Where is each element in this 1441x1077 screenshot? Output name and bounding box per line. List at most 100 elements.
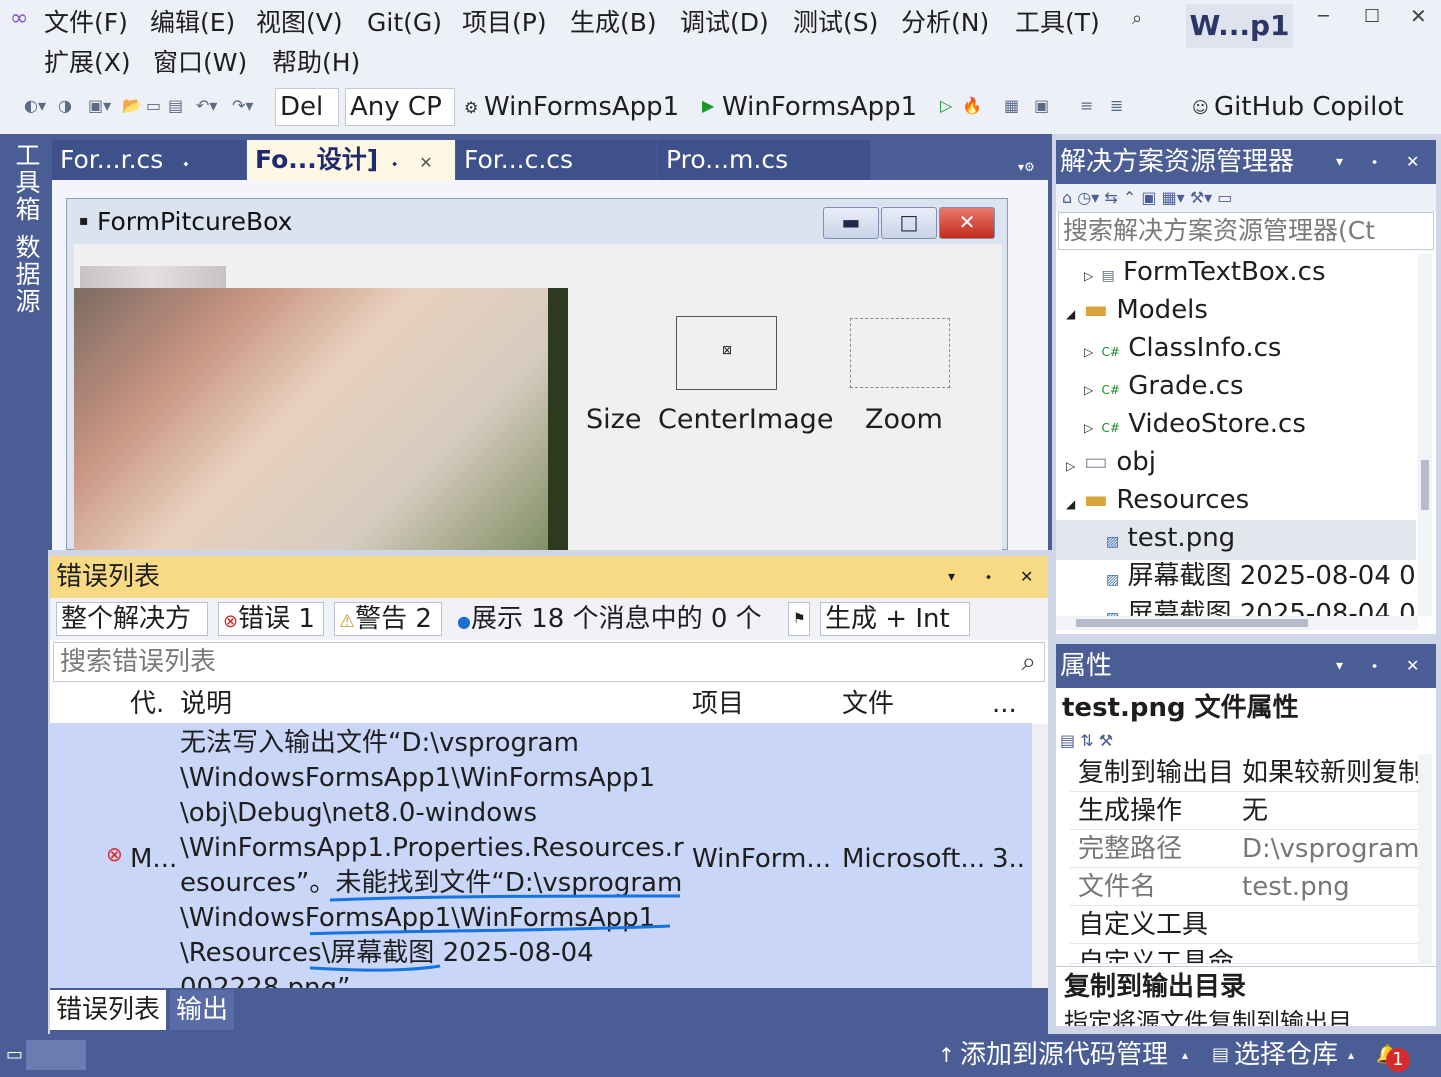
notification-badge[interactable]: 1 [1386,1048,1410,1072]
solution-search-input[interactable]: 搜索解决方案资源管理器(Ct [1058,212,1434,250]
expand-icon[interactable]: ▷ [1084,383,1093,397]
select-repository-button[interactable]: 选择仓库 [1234,1038,1338,1072]
scope-combo[interactable]: 整个解决方 [56,602,208,636]
tree-item-formtextbox[interactable]: ▷ ▤ FormTextBox.cs [1084,254,1326,294]
close-tab-icon[interactable]: ✕ [419,153,432,172]
dropdown-icon[interactable]: ▾ [1336,140,1343,184]
tab-error-list[interactable]: 错误列表 [50,990,167,1030]
property-value[interactable]: 无 [1242,792,1268,829]
expand-icon[interactable]: ▷ [1084,269,1093,283]
close-icon[interactable]: ✕ [1020,556,1033,598]
form-maximize-button[interactable]: □ [881,207,937,239]
error-search-input[interactable]: 搜索错误列表 ⌕ [53,642,1045,682]
tree-item-obj[interactable]: ▷ ▭ obj [1066,444,1156,484]
redo-icon[interactable]: ↷▾ [232,96,253,115]
property-row[interactable]: 生成操作 无 [1070,792,1418,830]
dropdown-icon[interactable]: ▾ [1336,644,1343,688]
picturebox-centerimage[interactable]: ⊠ [676,316,777,390]
pin-icon[interactable]: ⬩ [1372,140,1377,184]
datasource-tab[interactable]: 数据源 [8,234,44,315]
home-icon[interactable]: ⌂ [1062,188,1072,207]
menu-test[interactable]: 测试(S) [793,8,878,38]
categorized-icon[interactable]: ▤ [1060,731,1075,750]
menu-git[interactable]: Git(G) [367,8,442,38]
tab-form-c-cs[interactable]: For...c.cs [456,140,657,180]
scroll-thumb[interactable] [1421,460,1429,510]
tree-item-grade[interactable]: ▷ C# Grade.cs [1084,368,1244,408]
back-icon[interactable]: ◐▾ [24,96,46,115]
tree-item-screenshot-1[interactable]: ▨ 屏幕截图 2025-08-04 0 [1106,558,1416,598]
start-without-debug-icon[interactable]: ▷ [940,96,952,115]
sync-icon[interactable]: ⇆ [1104,188,1117,207]
maximize-icon[interactable]: ☐ [1364,6,1380,27]
tree-item-test-png[interactable]: ▨ test.png [1056,520,1416,560]
property-value[interactable]: 如果较新则复制 [1242,754,1418,791]
pin-icon[interactable]: ⬩ [392,156,397,172]
picturebox-zoom[interactable] [850,318,950,388]
collapse-icon[interactable]: ◢ [1066,307,1075,321]
open-icon[interactable]: 📂 [122,96,142,115]
tab-program-cs[interactable]: Pro...m.cs [658,140,870,180]
errors-filter-button[interactable]: ⊗错误 1 [218,602,324,636]
dropdown-icon[interactable]: ▾ [948,556,955,598]
alphabetical-icon[interactable]: ⇅ [1080,731,1093,750]
run-target-button[interactable]: WinFormsApp1 [722,89,917,125]
show-all-icon[interactable]: ▣ [1141,188,1156,207]
close-icon[interactable]: ✕ [1410,4,1427,28]
uncomment-icon[interactable]: ≣ [1110,96,1123,115]
filter-icon[interactable]: ▦▾ [1162,188,1185,207]
startup-project-combo[interactable]: WinFormsApp1 [484,89,679,125]
tree-item-screenshot-2[interactable]: ▨ 屏幕截图 2025-08-04 0 [1106,596,1416,616]
dropdown-icon[interactable]: ▴ [1182,1038,1188,1072]
column-more[interactable]: ... [992,684,1017,724]
menu-edit[interactable]: 编辑(E) [150,8,235,38]
property-row[interactable]: 完整路径 D:\vsprogram [1070,830,1418,868]
build-filter-combo[interactable]: 生成 + Int [820,602,970,636]
collapse-icon[interactable]: ◢ [1066,497,1075,511]
property-row[interactable]: 文件名 test.png [1070,868,1418,906]
save-icon[interactable]: ▭ [146,96,161,115]
property-value[interactable]: test.png [1242,868,1350,905]
tab-form-r-cs[interactable]: For...r.cs ⬩ [52,140,246,180]
property-row[interactable]: 自定义工具 [1070,906,1418,944]
tree-item-resources[interactable]: ◢ ▬ Resources [1066,482,1249,522]
platform-combo[interactable]: Any CP [345,88,455,126]
new-project-icon[interactable]: ▣▾ [88,96,111,115]
column-project[interactable]: 项目 [692,684,744,724]
undo-icon[interactable]: ↶▾ [196,96,217,115]
property-value[interactable]: D:\vsprogram [1242,830,1418,867]
tab-output[interactable]: 输出 [170,990,235,1030]
solution-icon[interactable]: ▦ [1004,96,1019,115]
add-to-source-control-button[interactable]: 添加到源代码管理 [960,1038,1168,1072]
property-row[interactable]: 复制到输出目 如果较新则复制 [1070,754,1418,792]
menu-tools[interactable]: 工具(T) [1015,8,1100,38]
property-pages-icon[interactable]: ⚒ [1099,731,1113,750]
messages-filter-button[interactable]: ●展示 18 个消息中的 0 个 [452,602,782,636]
window-layout-icon[interactable]: ▣ [1034,96,1049,115]
column-file[interactable]: 文件 [842,684,894,724]
menu-build[interactable]: 生成(B) [570,8,657,38]
menu-project[interactable]: 项目(P) [462,8,547,38]
tree-item-videostore[interactable]: ▷ C# VideoStore.cs [1084,406,1306,446]
tab-overflow-icon[interactable]: ▾⚙ [1018,160,1035,174]
column-description[interactable]: 说明 [180,684,232,724]
menu-debug[interactable]: 调试(D) [680,8,769,38]
search-icon[interactable]: ⌕ [1132,8,1142,29]
scroll-thumb[interactable] [1076,619,1308,627]
pin-icon[interactable]: ⬩ [1372,644,1377,688]
comment-icon[interactable]: ≡ [1080,96,1093,115]
menu-file[interactable]: 文件(F) [44,8,128,38]
github-copilot-button[interactable]: GitHub Copilot [1214,89,1403,125]
close-icon[interactable]: ✕ [1406,644,1419,688]
form-minimize-button[interactable]: ▬ [823,207,879,239]
picturebox-image[interactable] [74,288,568,550]
hot-reload-icon[interactable]: 🔥 [962,96,982,115]
close-icon[interactable]: ✕ [1406,140,1419,184]
tree-item-classinfo[interactable]: ▷ C# ClassInfo.cs [1084,330,1281,370]
menu-extensions[interactable]: 扩展(X) [44,48,131,78]
history-icon[interactable]: ◷▾ [1077,188,1099,207]
pin-icon[interactable]: ⬩ [183,156,188,172]
property-row[interactable]: 自定义工具命 [1070,944,1418,964]
menu-window[interactable]: 窗口(W) [153,48,247,78]
tree-vertical-scrollbar[interactable] [1418,254,1432,616]
